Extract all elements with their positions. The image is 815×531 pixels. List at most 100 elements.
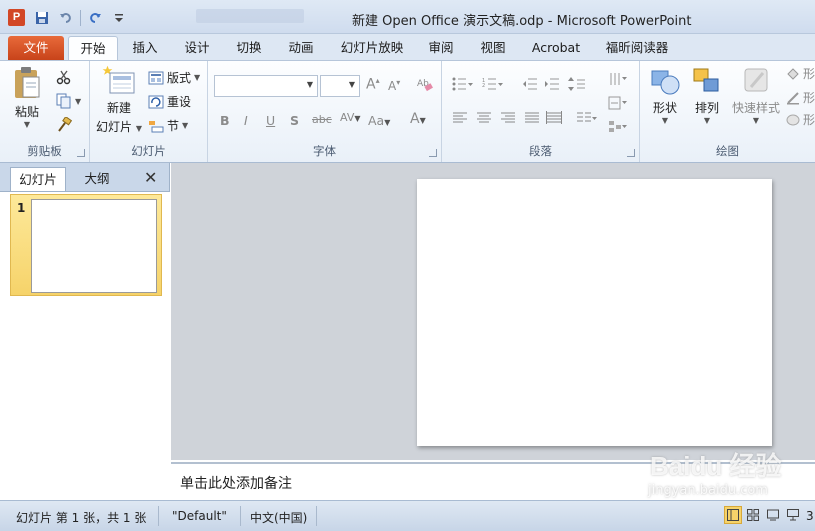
baidu-watermark: Baidu 经验 jingyan.baidu.com	[640, 440, 810, 510]
slide-thumbnail[interactable]	[31, 199, 157, 293]
new-slide-button[interactable]: 新建 幻灯片 ▼	[96, 65, 142, 135]
shapes-label: 形状	[652, 101, 677, 115]
status-slide-info: 幻灯片 第 1 张，共 1 张	[16, 511, 147, 525]
tab-home[interactable]: 开始	[68, 36, 118, 60]
svg-text:2: 2	[482, 83, 485, 89]
columns-icon[interactable]	[576, 111, 598, 128]
chevron-down-icon: ▼	[182, 121, 189, 130]
tab-animations[interactable]: 动画	[278, 36, 324, 60]
slide-thumbnail-selected[interactable]: 1	[10, 194, 162, 296]
shape-fill-label: 形	[803, 67, 815, 81]
dialog-launcher-icon[interactable]	[627, 149, 635, 157]
bullets-icon[interactable]	[452, 77, 474, 94]
group-font: ▼ ▼ A▴ A▾ Ab B I U S abc AV▼ Aa▼ A▼ 字体	[208, 61, 442, 162]
close-icon[interactable]: ✕	[144, 168, 157, 187]
layout-icon	[148, 71, 164, 84]
reset-icon	[148, 95, 164, 108]
chevron-down-icon: ▼	[75, 96, 82, 106]
underline-icon[interactable]: U	[266, 113, 275, 128]
reset-button[interactable]: 重设	[148, 93, 191, 110]
font-color-icon[interactable]: A▼	[410, 111, 426, 127]
status-language[interactable]: 中文(中国)	[250, 509, 307, 526]
align-center-icon[interactable]	[476, 111, 492, 128]
line-spacing-icon[interactable]	[568, 77, 590, 94]
tab-slideshow[interactable]: 幻灯片放映	[334, 36, 410, 60]
distributed-icon[interactable]	[546, 111, 562, 128]
shape-outline-button[interactable]: 形	[786, 89, 815, 106]
bold-icon[interactable]: B	[220, 113, 230, 128]
tab-transitions[interactable]: 切换	[226, 36, 272, 60]
slide-canvas[interactable]	[417, 179, 772, 446]
italic-icon[interactable]: I	[244, 113, 248, 128]
increase-indent-icon[interactable]	[544, 77, 560, 94]
align-right-icon[interactable]	[500, 111, 516, 128]
save-icon[interactable]	[32, 9, 52, 27]
arrange-button[interactable]: 排列 ▼	[690, 65, 724, 125]
format-painter-button[interactable]	[56, 117, 72, 133]
align-left-icon[interactable]	[452, 111, 468, 128]
powerpoint-app-icon[interactable]: P	[8, 9, 25, 26]
tab-view[interactable]: 视图	[470, 36, 516, 60]
quick-styles-button[interactable]: 快速样式 ▼	[732, 65, 780, 125]
quick-access-toolbar	[32, 8, 129, 28]
slide-editing-area	[171, 163, 815, 460]
tab-foxit-reader[interactable]: 福昕阅读器	[600, 36, 674, 60]
undo-icon[interactable]	[56, 9, 76, 27]
arrange-icon	[693, 68, 719, 92]
decrease-indent-icon[interactable]	[522, 77, 538, 94]
character-spacing-icon[interactable]: AV▼	[340, 111, 361, 124]
shape-effects-button[interactable]: 形	[786, 111, 815, 128]
tab-file[interactable]: 文件	[8, 36, 64, 60]
section-button[interactable]: 节 ▼	[148, 117, 188, 134]
title-bar: P 新建 Open Office 演示文稿.odp - Microsoft Po…	[0, 0, 815, 34]
zoom-level[interactable]: 3	[806, 509, 814, 523]
watermark-logo: Baidu 经验	[650, 451, 782, 481]
chevron-down-icon: ▼	[306, 80, 313, 89]
watermark-url: jingyan.baidu.com	[648, 483, 768, 498]
layout-button[interactable]: 版式 ▼	[148, 69, 200, 86]
shadow-icon[interactable]: S	[290, 113, 299, 128]
shape-fill-button[interactable]: 形	[786, 65, 815, 82]
font-size-combo[interactable]: ▼	[320, 75, 360, 97]
status-theme[interactable]: "Default"	[172, 509, 227, 523]
redo-icon[interactable]	[85, 9, 105, 27]
shape-outline-label: 形	[803, 91, 815, 105]
tab-insert[interactable]: 插入	[122, 36, 168, 60]
tab-design[interactable]: 设计	[174, 36, 220, 60]
numbering-icon[interactable]: 12	[482, 77, 504, 94]
tab-acrobat[interactable]: Acrobat	[526, 36, 586, 60]
slide-thumbnail-list: 1	[0, 191, 170, 500]
align-text-icon[interactable]	[608, 95, 628, 114]
slides-panel: 幻灯片 大纲 ✕ 1	[0, 163, 170, 500]
copy-icon	[56, 93, 71, 109]
change-case-icon[interactable]: Aa▼	[368, 113, 390, 128]
paste-button[interactable]: 粘贴 ▼	[12, 65, 42, 129]
chevron-down-icon: ▼	[23, 120, 31, 129]
group-clipboard: 粘贴 ▼ ▼ 剪贴板	[0, 61, 90, 162]
dialog-launcher-icon[interactable]	[429, 149, 437, 157]
customize-icon[interactable]	[109, 9, 129, 27]
notes-placeholder: 单击此处添加备注	[180, 476, 292, 492]
ribbon: 粘贴 ▼ ▼ 剪贴板 新建 幻灯片 ▼ 版式 ▼ 重设 节 ▼ 幻灯片 ▼ ▼ …	[0, 60, 815, 163]
group-label-clipboard: 剪贴板	[27, 144, 62, 158]
copy-button[interactable]: ▼	[56, 93, 81, 109]
dialog-launcher-icon[interactable]	[77, 149, 85, 157]
clear-formatting-icon[interactable]: Ab	[416, 75, 434, 96]
cut-button[interactable]	[56, 69, 72, 85]
font-name-combo[interactable]: ▼	[214, 75, 318, 97]
format-painter-icon	[58, 117, 72, 132]
grow-font-icon[interactable]: A▴	[366, 76, 380, 93]
strikethrough-icon[interactable]: abc	[312, 113, 332, 126]
shrink-font-icon[interactable]: A▾	[388, 78, 400, 93]
section-icon	[149, 120, 164, 132]
layout-label: 版式	[167, 71, 192, 85]
justify-icon[interactable]	[524, 111, 540, 128]
new-slide-label-2: 幻灯片 ▼	[96, 120, 142, 134]
text-direction-icon[interactable]	[608, 71, 628, 90]
quick-styles-icon	[744, 68, 768, 92]
tab-slides-panel[interactable]: 幻灯片	[10, 167, 66, 191]
tab-outline-panel[interactable]: 大纲	[68, 167, 126, 191]
tab-review[interactable]: 审阅	[418, 36, 464, 60]
shapes-button[interactable]: 形状 ▼	[648, 65, 682, 125]
smartart-icon[interactable]	[608, 119, 628, 138]
